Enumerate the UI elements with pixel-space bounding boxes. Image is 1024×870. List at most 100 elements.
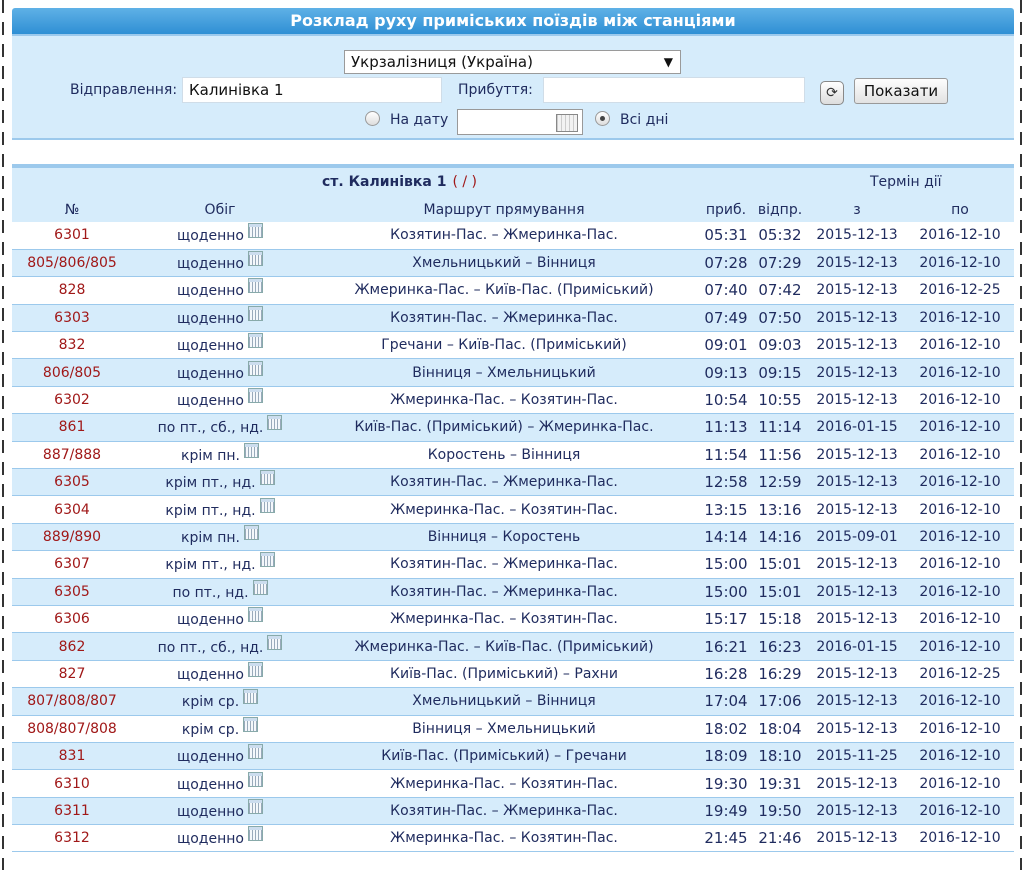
valid-from-text: 2015-12-13	[816, 720, 898, 737]
calendar-icon[interactable]	[244, 524, 259, 540]
calendar-icon[interactable]	[267, 634, 283, 650]
calendar-icon[interactable]	[243, 716, 259, 732]
all-days-radio[interactable]	[595, 111, 610, 126]
show-button[interactable]: Показати	[854, 78, 948, 104]
departure-time: 11:14	[752, 414, 808, 441]
calendar-icon[interactable]	[247, 607, 263, 623]
date-input[interactable]	[457, 109, 583, 135]
calendar-icon[interactable]	[247, 771, 263, 787]
frequency-text: крім ср.	[181, 694, 240, 711]
departure-input[interactable]: Калинівка 1	[182, 77, 442, 103]
train-number-link[interactable]: 827	[12, 660, 132, 687]
calendar-icon[interactable]	[259, 497, 275, 513]
arrival-time: 07:28	[700, 249, 752, 276]
station-links[interactable]: ( / )	[452, 174, 477, 190]
route-link[interactable]: Козятин-Пас. – Жмеринка-Пас.	[308, 304, 700, 331]
col-header-arr: приб.	[705, 201, 747, 218]
route-link[interactable]: Жмеринка-Пас. – Козятин-Пас.	[308, 605, 700, 632]
calendar-icon[interactable]	[247, 251, 263, 267]
train-number-link[interactable]: 6305	[12, 469, 132, 496]
calendar-icon[interactable]	[247, 661, 263, 677]
calendar-icon[interactable]	[259, 470, 275, 486]
calendar-icon[interactable]	[247, 360, 263, 376]
route-link[interactable]: Козятин-Пас. – Жмеринка-Пас.	[308, 578, 700, 605]
train-number-link[interactable]: 862	[12, 633, 132, 660]
route-link[interactable]: Жмеринка-Пас. – Козятин-Пас.	[308, 770, 700, 797]
calendar-icon[interactable]	[244, 442, 259, 458]
train-number-link[interactable]: 6311	[12, 797, 132, 824]
table-row: 805/806/805 щоденно Хмельницький – Вінниця…	[12, 249, 1014, 277]
swap-stations-icon[interactable]: ⟳	[820, 81, 844, 105]
valid-to-text: 2016-12-10	[919, 474, 1001, 491]
train-number-link[interactable]: 808/807/808	[12, 715, 132, 742]
train-number-link[interactable]: 6304	[12, 496, 132, 523]
train-number-link[interactable]: 831	[12, 742, 132, 769]
train-number-link[interactable]: 6306	[12, 605, 132, 632]
calendar-icon[interactable]	[243, 689, 259, 705]
route-link[interactable]: Вінниця – Хмельницький	[308, 715, 700, 742]
train-number-link[interactable]: 6303	[12, 304, 132, 331]
train-number-link[interactable]: 6305	[12, 578, 132, 605]
calendar-icon[interactable]	[252, 579, 268, 595]
route-link[interactable]: Жмеринка-Пас. – Козятин-Пас.	[308, 496, 700, 523]
route-link[interactable]: Гречани – Київ-Пас. (Приміський)	[308, 332, 700, 359]
calendar-icon[interactable]	[247, 223, 263, 239]
calendar-icon[interactable]	[247, 333, 263, 349]
route-link-text: Вінниця – Хмельницький	[412, 720, 596, 737]
train-number-link[interactable]: 805/806/805	[12, 249, 132, 276]
calendar-icon[interactable]	[247, 744, 263, 760]
train-number-link[interactable]: 889/890	[12, 523, 132, 550]
train-number-link[interactable]: 6302	[12, 386, 132, 413]
train-number-link[interactable]: 6312	[12, 825, 132, 852]
route-link[interactable]: Жмеринка-Пас. – Козятин-Пас.	[308, 825, 700, 852]
table-row: 6310 щоденно Жмеринка-Пас. – Козятин-Пас. 1…	[12, 769, 1014, 798]
calendar-icon[interactable]	[259, 552, 275, 568]
frequency: щоденно	[132, 605, 308, 632]
departure-time: 09:03	[752, 332, 808, 359]
calendar-picker-icon[interactable]	[556, 114, 578, 132]
calendar-icon[interactable]	[267, 415, 283, 431]
col-header-freq: Обіг	[204, 201, 236, 218]
route-link[interactable]: Вінниця – Хмельницький	[308, 359, 700, 386]
calendar-icon[interactable]	[247, 826, 263, 842]
train-number-link[interactable]: 6307	[12, 551, 132, 578]
route-link[interactable]: Жмеринка-Пас. – Козятин-Пас.	[308, 386, 700, 413]
route-link[interactable]: Козятин-Пас. – Жмеринка-Пас.	[308, 797, 700, 824]
frequency: щоденно	[132, 304, 308, 331]
route-link[interactable]: Хмельницький – Вінниця	[308, 249, 700, 276]
calendar-icon[interactable]	[247, 798, 263, 814]
train-number-link[interactable]: 861	[12, 414, 132, 441]
calendar-icon[interactable]	[247, 388, 263, 404]
calendar-icon[interactable]	[247, 305, 263, 321]
route-link[interactable]: Київ-Пас. (Приміський) – Гречани	[308, 742, 700, 769]
valid-from: 2015-12-13	[808, 222, 906, 249]
train-number-link[interactable]: 807/808/807	[12, 688, 132, 715]
route-link[interactable]: Козятин-Пас. – Жмеринка-Пас.	[308, 551, 700, 578]
route-link[interactable]: Київ-Пас. (Приміський) – Жмеринка-Пас.	[308, 414, 700, 441]
arrival-time-text: 16:28	[704, 664, 748, 683]
route-link[interactable]: Жмеринка-Пас. – Київ-Пас. (Приміський)	[308, 277, 700, 304]
train-number-link[interactable]: 832	[12, 332, 132, 359]
railway-select[interactable]: Укрзалізниця (Україна) ▼	[344, 50, 681, 74]
route-link-text: Жмеринка-Пас. – Козятин-Пас.	[390, 775, 618, 792]
train-number-link[interactable]: 6301	[12, 222, 132, 249]
route-link[interactable]: Козятин-Пас. – Жмеринка-Пас.	[308, 469, 700, 496]
calendar-icon[interactable]	[247, 278, 263, 294]
train-number-link[interactable]: 806/805	[12, 359, 132, 386]
arrival-input[interactable]	[543, 77, 805, 103]
valid-to: 2016-12-10	[906, 304, 1014, 331]
train-number-link[interactable]: 6310	[12, 770, 132, 797]
route-link[interactable]: Жмеринка-Пас. – Київ-Пас. (Приміський)	[308, 633, 700, 660]
departure-time-text: 21:46	[758, 829, 802, 848]
train-number-link[interactable]: 828	[12, 277, 132, 304]
on-date-radio[interactable]	[365, 111, 380, 126]
route-link[interactable]: Вінниця – Коростень	[308, 523, 700, 550]
train-number-link[interactable]: 887/888	[12, 441, 132, 468]
route-link[interactable]: Коростень – Вінниця	[308, 441, 700, 468]
frequency: щоденно	[132, 249, 308, 276]
valid-to-text: 2016-12-10	[919, 255, 1001, 272]
route-link[interactable]: Київ-Пас. (Приміський) – Рахни	[308, 660, 700, 687]
route-link[interactable]: Козятин-Пас. – Жмеринка-Пас.	[308, 222, 700, 249]
route-link[interactable]: Хмельницький – Вінниця	[308, 688, 700, 715]
arrival-time-text: 07:28	[704, 254, 748, 273]
